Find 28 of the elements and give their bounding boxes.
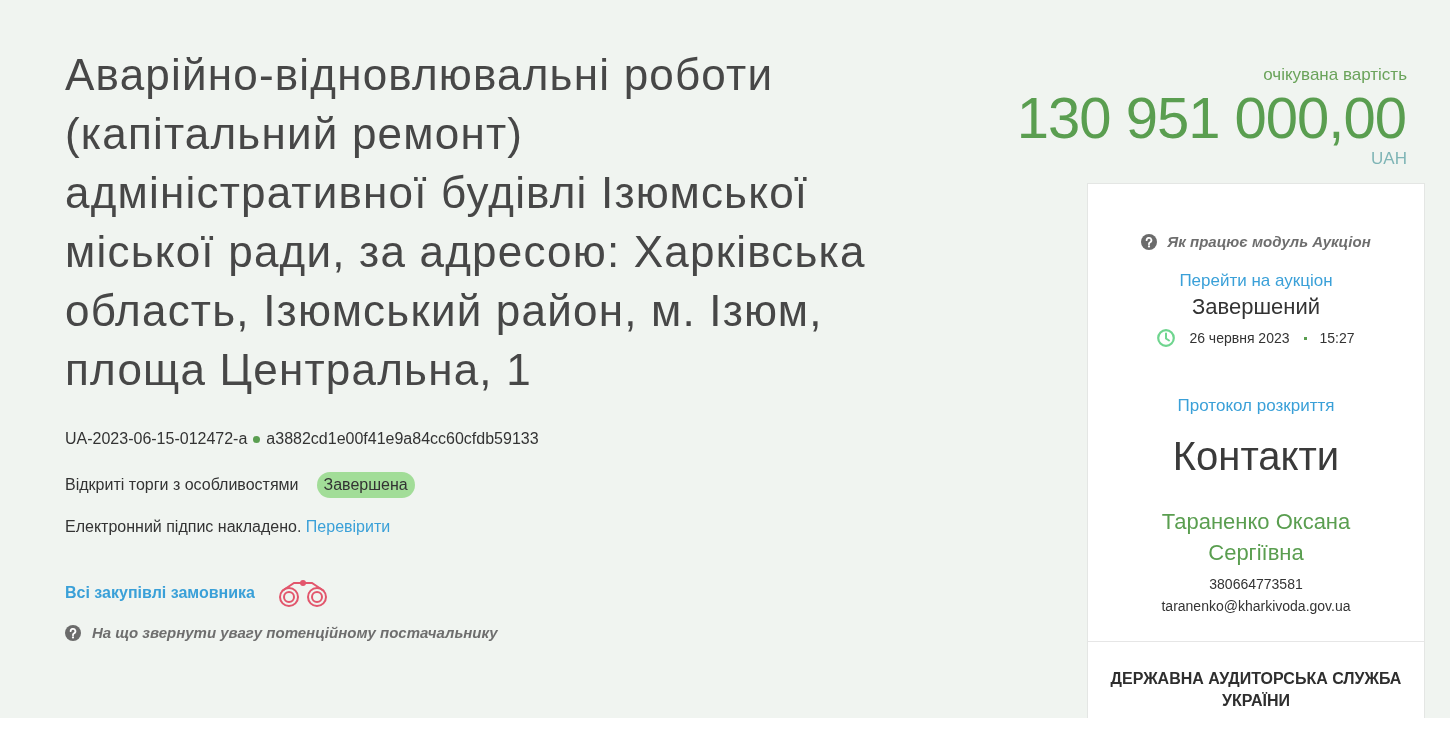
binoculars-icon[interactable] <box>276 578 329 608</box>
auction-status: Завершений <box>1191 293 1320 321</box>
contact-email: taranenko@kharkivoda.gov.ua <box>1161 597 1351 616</box>
auction-link[interactable]: Перейти на аукціон <box>1179 269 1333 293</box>
contacts-heading: Контакти <box>1172 433 1340 480</box>
protocol-link[interactable]: Протокол розкриття <box>1177 394 1335 418</box>
contact-phone: 380664773581 <box>1209 575 1303 594</box>
help-icon <box>65 625 81 641</box>
buyer-tenders-link[interactable]: Всі закупівлі замовника <box>65 581 255 605</box>
supplier-hint-link[interactable]: На що звернути увагу потенційному постачальнику <box>92 622 498 644</box>
auction-help-link[interactable]: Як працює модуль Аукціон <box>1167 231 1371 253</box>
auction-time: 15:27 <box>1319 329 1355 348</box>
status-badge: Завершена <box>316 472 415 498</box>
tender-title: Аварійно-відновлювальні роботи (капітальний ремонт) адміністративної будівлі Ізюмської міської ради, за адресою: Харківська область, Ізюмський район, м. Ізюм, площа Центральна, 1 <box>65 49 867 396</box>
currency-label: UAH <box>1371 149 1407 169</box>
dot-icon <box>253 435 261 443</box>
tender-id: UA-2023-06-15-012472-a <box>65 429 248 449</box>
auction-date: 26 червня 2023 <box>1189 329 1290 348</box>
procedure-type: Відкриті торги з особливостями <box>65 475 299 495</box>
help-icon <box>1141 234 1158 250</box>
expected-value-amount: 130 951 000,00 <box>1016 87 1406 149</box>
contact-name: Тараненко Оксана Сергіївна <box>1160 508 1352 567</box>
verify-link[interactable]: Перевірити <box>305 518 391 535</box>
monitoring-heading: ДЕРЖАВНА АУДИТОРСЬКА СЛУЖБА УКРАЇНИ <box>1110 670 1402 709</box>
signature-text: Електронний підпис накладено. <box>65 518 302 535</box>
tender-hash: a3882cd1e00f41e9a84cc60cfdb59133 <box>266 429 539 449</box>
clock-icon <box>1157 329 1176 347</box>
expected-value-label: очікувана вартість <box>1263 64 1407 86</box>
